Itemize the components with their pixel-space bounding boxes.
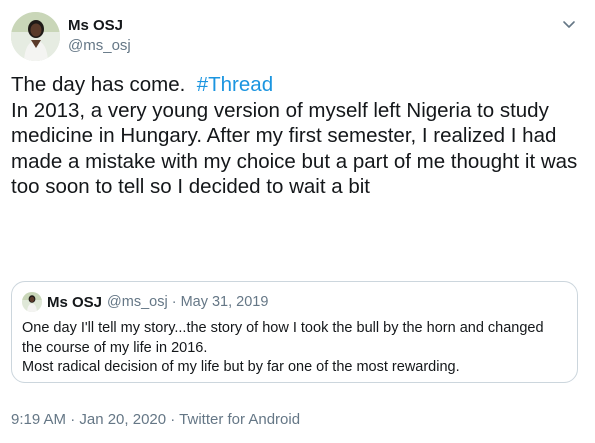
quoted-text-line-1: One day I'll tell my story...the story o… (22, 320, 544, 356)
author-avatar[interactable] (11, 12, 60, 61)
tweet-timestamp[interactable]: 9:19 AM · Jan 20, 2020 · (11, 411, 179, 428)
tweet-text-intro: The day has come. (11, 73, 197, 96)
quoted-text-line-2: Most radical decision of my life but by … (22, 359, 460, 375)
hashtag-link[interactable]: #Thread (197, 73, 273, 96)
tweet-text-body: In 2013, a very young version of myself … (11, 98, 578, 199)
avatar-photo-icon (22, 292, 42, 312)
tweet-source-link[interactable]: Twitter for Android (179, 411, 300, 428)
avatar-photo-icon (11, 12, 60, 61)
author-info[interactable]: Ms OSJ @ms_osj (68, 16, 131, 56)
tweet-text: The day has come. #Thread In 2013, a ver… (11, 72, 581, 200)
quoted-tweet-text: One day I'll tell my story...the story o… (22, 319, 567, 378)
author-handle[interactable]: @ms_osj (68, 36, 131, 56)
author-display-name[interactable]: Ms OSJ (68, 16, 131, 36)
more-options-button[interactable] (561, 16, 577, 32)
quoted-author-avatar (22, 292, 42, 312)
tweet-footer: 9:19 AM · Jan 20, 2020 · Twitter for And… (11, 410, 300, 430)
quoted-tweet[interactable]: Ms OSJ @ms_osj · May 31, 2019 One day I'… (11, 281, 578, 383)
tweet-header: Ms OSJ @ms_osj (11, 12, 583, 64)
chevron-down-icon (563, 21, 575, 28)
quoted-author-meta: @ms_osj · May 31, 2019 (107, 294, 269, 310)
quoted-tweet-header: Ms OSJ @ms_osj · May 31, 2019 (22, 292, 268, 312)
quoted-author-name: Ms OSJ (47, 293, 103, 311)
tweet-card: Ms OSJ @ms_osj The day has come. #Thread… (0, 0, 595, 443)
